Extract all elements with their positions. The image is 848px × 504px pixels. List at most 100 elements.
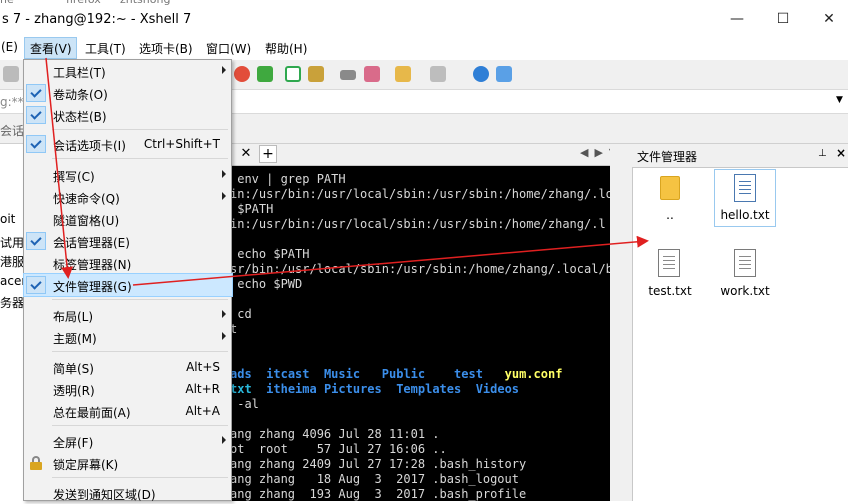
lock-icon	[30, 456, 42, 470]
terminal-line: env | grep PATH	[230, 172, 346, 186]
menu-item-label: 状态栏(B)	[53, 110, 107, 124]
menu-view[interactable]: 查看(V)	[30, 40, 72, 57]
file-manager-close-icon[interactable]: ×	[836, 146, 846, 160]
splitter[interactable]	[610, 144, 632, 501]
chat-icon[interactable]	[496, 66, 512, 82]
menu-bar	[0, 36, 848, 60]
menu-item-shortcut: Alt+R	[185, 382, 220, 396]
menu-item-lock-screen[interactable]: 锁定屏幕(K)	[24, 452, 232, 474]
checkmark-icon	[26, 232, 46, 250]
menu-item-compose[interactable]: 撰写(C)	[24, 164, 232, 186]
file-label[interactable]: hello.txt	[705, 208, 785, 222]
terminal-line: $PATH	[230, 202, 274, 216]
terminal-line: ang zhang 18 Aug 3 2017 .bash_logout	[230, 472, 519, 486]
menu-item-label: 全屏(F)	[53, 436, 94, 450]
maximize-button[interactable]: ☐	[760, 8, 806, 30]
terminal-line: echo $PATH	[230, 247, 310, 261]
terminal-line: cd	[230, 307, 252, 321]
close-button[interactable]: ✕	[806, 8, 848, 30]
menu-window[interactable]: 窗口(W)	[206, 40, 251, 57]
terminal-ls-line: txt itheima Pictures Templates Videos	[230, 382, 520, 396]
menu-separator	[52, 351, 228, 352]
menu-tabs[interactable]: 选项卡(B)	[139, 40, 193, 57]
menu-separator	[52, 425, 228, 426]
submenu-arrow-icon	[222, 332, 226, 340]
file-label[interactable]: ..	[630, 208, 710, 222]
add-tab-button[interactable]: +	[259, 145, 277, 163]
menu-separator	[52, 299, 228, 300]
layout-icon[interactable]	[430, 66, 446, 82]
terminal-line: echo $PWD	[230, 277, 303, 291]
checkmark-icon	[26, 276, 46, 294]
menu-item-label: 简单(S)	[53, 362, 94, 376]
menu-edit[interactable]: (E)	[1, 40, 18, 54]
menu-item-layout[interactable]: 布局(L)	[24, 304, 232, 326]
taskbar-fragment: zhtshong	[120, 0, 170, 5]
menu-item-fullscreen[interactable]: 全屏(F)	[24, 430, 232, 452]
pin-icon[interactable]: ⊥	[818, 148, 827, 159]
session-item[interactable]: 务器	[0, 294, 24, 311]
session-item[interactable]: oit	[0, 212, 15, 226]
address-dropdown-icon[interactable]: ▼	[836, 95, 843, 105]
keyboard-icon[interactable]	[340, 70, 356, 80]
terminal-line: ang zhang 193 Aug 3 2017 .bash_profile	[230, 487, 527, 501]
menu-item-label: 锁定屏幕(K)	[53, 458, 119, 472]
menu-item-statusbar[interactable]: 状态栏(B)	[24, 104, 232, 126]
menu-item-session-manager[interactable]: 会话管理器(E)	[24, 230, 232, 252]
minimize-button[interactable]: —	[714, 8, 760, 30]
menu-item-simple[interactable]: 简单(S) Alt+S	[24, 356, 232, 378]
title-bar: he firefox zhtshong s 7 - zhang@192:~ - …	[0, 0, 848, 36]
menu-separator	[52, 158, 228, 159]
menu-item-scrollbar[interactable]: 卷动条(O)	[24, 82, 232, 104]
submenu-arrow-icon	[222, 66, 226, 74]
session-tab-fragment[interactable]: 会话	[0, 122, 24, 139]
menu-item-tunnel-pane[interactable]: 隧道窗格(U)	[24, 208, 232, 230]
color-icon[interactable]	[234, 66, 250, 82]
menu-tools[interactable]: 工具(T)	[85, 40, 126, 57]
menu-separator	[52, 129, 228, 130]
toolbar-icon[interactable]	[3, 66, 19, 82]
submenu-arrow-icon	[222, 310, 226, 318]
window-title: s 7 - zhang@192:~ - Xshell 7	[2, 12, 192, 27]
file-label[interactable]: test.txt	[630, 284, 710, 298]
menu-item-label: 总在最前面(A)	[53, 406, 131, 420]
session-manager-panel	[0, 144, 24, 501]
menu-item-theme[interactable]: 主题(M)	[24, 326, 232, 348]
help-icon[interactable]	[473, 66, 489, 82]
terminal-ls-line: ads itcast Music Public test yum.conf	[230, 367, 563, 381]
lock-icon[interactable]	[308, 66, 324, 82]
menu-item-quick-commands[interactable]: 快速命令(Q)	[24, 186, 232, 208]
menu-item-session-tabs[interactable]: 会话选项卡(I) Ctrl+Shift+T	[24, 133, 232, 155]
menu-item-tag-manager[interactable]: 标签管理器(N)	[24, 252, 232, 274]
taskbar-fragment: firefox	[66, 0, 101, 5]
tab-strip	[230, 144, 610, 166]
script-icon[interactable]	[257, 66, 273, 82]
terminal-line: ot root 57 Jul 27 16:06 ..	[230, 442, 447, 456]
new-folder-icon[interactable]	[395, 66, 411, 82]
text-file-icon[interactable]	[658, 249, 680, 277]
text-file-icon[interactable]	[734, 174, 756, 202]
fullscreen-icon[interactable]	[285, 66, 301, 82]
session-item[interactable]: 试用	[0, 234, 24, 251]
menu-item-label: 工具栏(T)	[53, 66, 106, 80]
terminal[interactable]: env | grep PATH in:/usr/bin:/usr/local/s…	[230, 166, 610, 501]
menu-item-file-manager[interactable]: 文件管理器(G)	[23, 273, 233, 297]
terminal-line: ang zhang 2409 Jul 27 17:28 .bash_histor…	[230, 457, 527, 471]
highlight-icon[interactable]	[364, 66, 380, 82]
menu-item-label: 卷动条(O)	[53, 88, 108, 102]
menu-item-transparent[interactable]: 透明(R) Alt+R	[24, 378, 232, 400]
folder-icon[interactable]	[660, 176, 680, 200]
taskbar-strip: he firefox zhtshong	[0, 0, 848, 8]
menu-item-shortcut: Ctrl+Shift+T	[143, 137, 220, 151]
menu-item-label: 会话管理器(E)	[53, 236, 130, 250]
menu-item-label: 会话选项卡(I)	[53, 139, 126, 153]
menu-item-always-on-top[interactable]: 总在最前面(A) Alt+A	[24, 400, 232, 422]
checkmark-icon	[26, 135, 46, 153]
menu-item-label: 透明(R)	[53, 384, 95, 398]
file-label[interactable]: work.txt	[705, 284, 785, 298]
menu-item-toolbar[interactable]: 工具栏(T)	[24, 60, 232, 82]
text-file-icon[interactable]	[734, 249, 756, 277]
menu-help[interactable]: 帮助(H)	[265, 40, 307, 57]
session-item[interactable]: 港服	[0, 253, 24, 270]
tab-close-icon[interactable]: ✕	[238, 146, 254, 162]
